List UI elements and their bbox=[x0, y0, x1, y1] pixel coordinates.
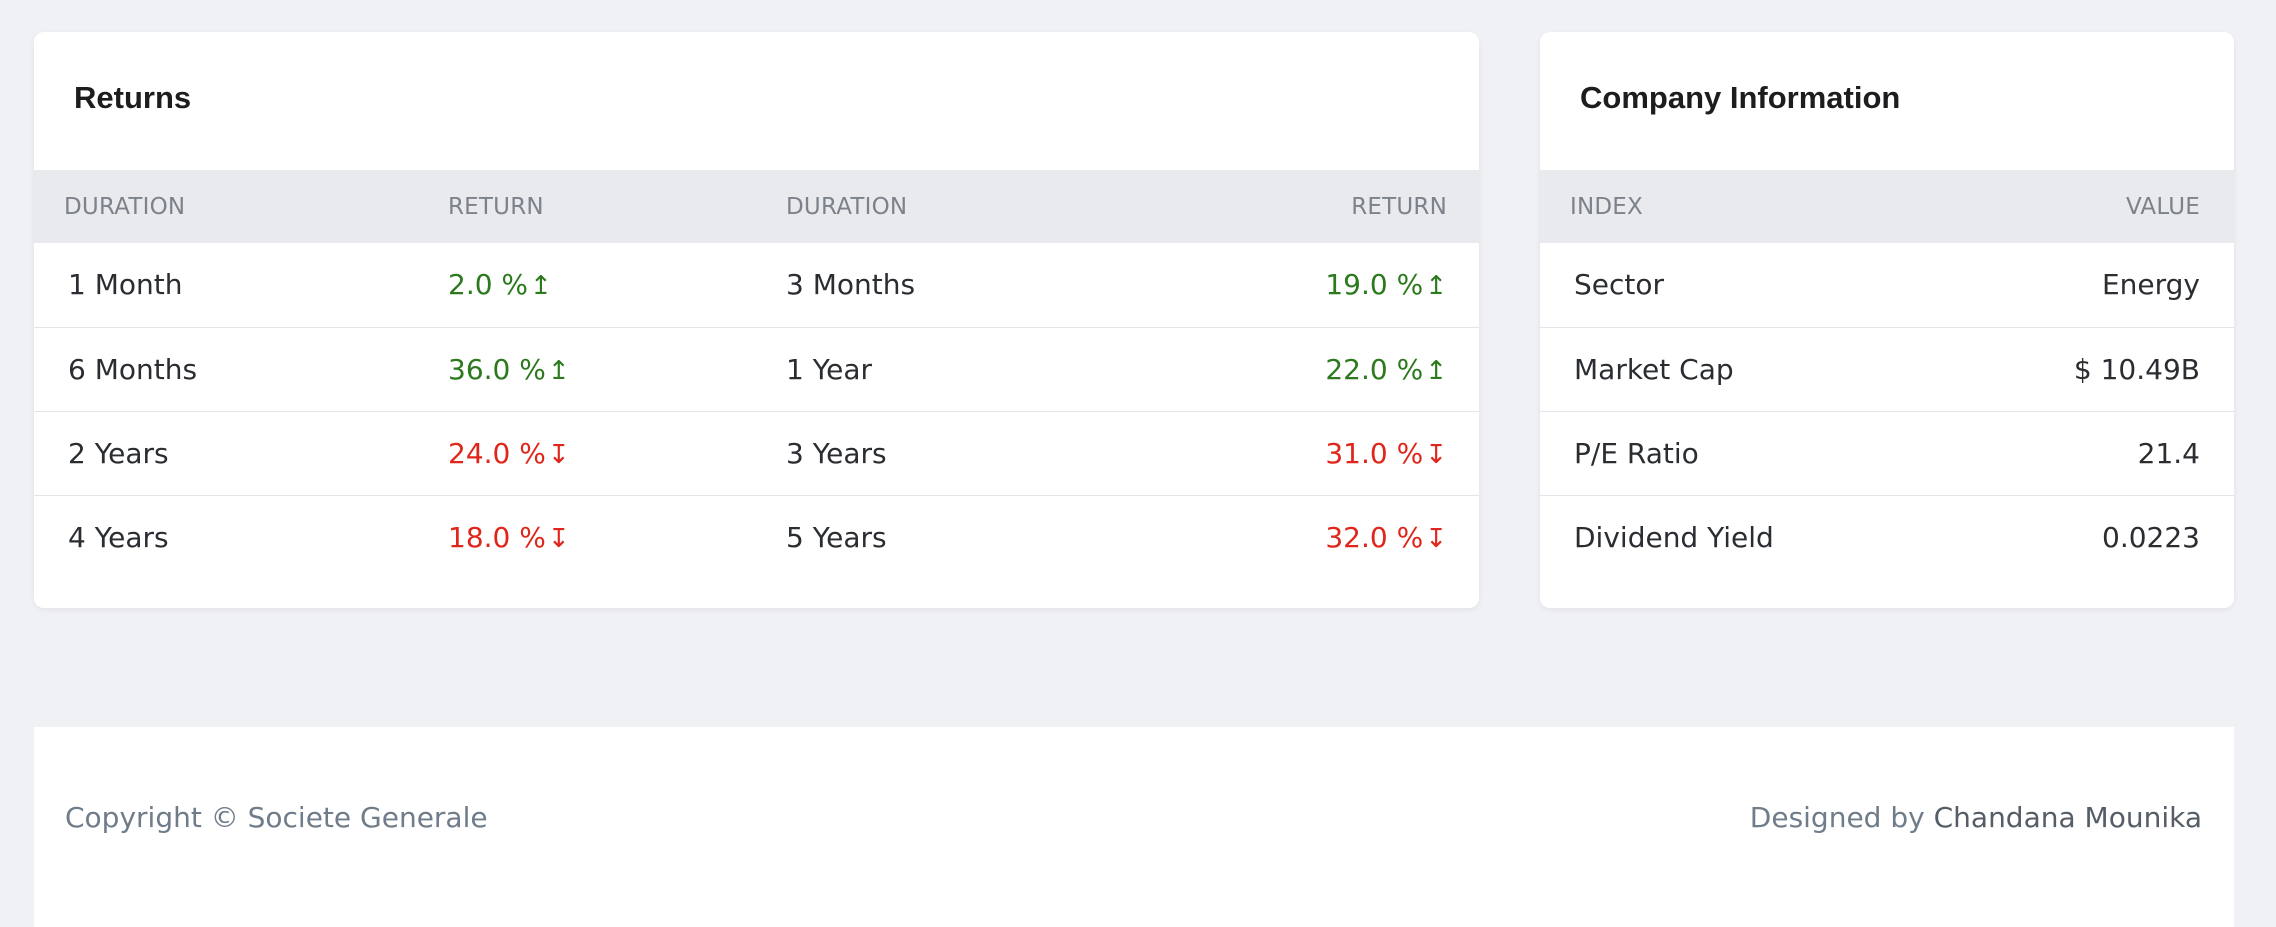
trend-up-arrow-icon: ↥ bbox=[547, 355, 570, 386]
value-cell-text: $ 10.49B bbox=[2073, 352, 2200, 386]
return-cell: 31.0 %↧ bbox=[1186, 411, 1479, 495]
value-cell: 21.4 bbox=[1887, 411, 2234, 495]
index-cell-text: Market Cap bbox=[1574, 352, 1734, 386]
duration-cell: 3 Years bbox=[786, 411, 1186, 495]
return-cell-text: 19.0 % bbox=[1325, 268, 1424, 302]
duration-cell: 4 Years bbox=[34, 495, 448, 579]
column-header-index: INDEX bbox=[1570, 193, 1643, 220]
duration-cell-text: 4 Years bbox=[68, 520, 169, 554]
company-info-row: Sector Energy bbox=[1540, 243, 2234, 327]
return-cell-text: 36.0 % bbox=[448, 352, 546, 386]
return-cell-text: 31.0 % bbox=[1325, 436, 1424, 470]
return-cell: 18.0 %↧ bbox=[448, 495, 786, 579]
duration-cell-text: 3 Years bbox=[786, 436, 887, 470]
company-info-row: Market Cap $ 10.49B bbox=[1540, 327, 2234, 411]
column-header-duration: DURATION bbox=[786, 193, 908, 220]
index-cell: Sector bbox=[1540, 243, 1887, 327]
designer-credit: Designed by Chandana Mounika bbox=[1750, 801, 2202, 834]
index-cell-text: P/E Ratio bbox=[1574, 436, 1699, 470]
return-cell-text: 22.0 % bbox=[1325, 352, 1424, 386]
duration-cell: 3 Months bbox=[786, 243, 1186, 327]
designed-by-label: Designed by bbox=[1749, 801, 1925, 834]
value-cell: Energy bbox=[1887, 243, 2234, 327]
return-cell-text: 2.0 % bbox=[448, 268, 529, 302]
company-header-row: INDEX VALUE bbox=[1540, 170, 2234, 243]
duration-cell: 2 Years bbox=[34, 411, 448, 495]
company-info-card: Company Information INDEX VALUE Sector En… bbox=[1540, 32, 2234, 608]
designer-name: Chandana Mounika bbox=[1933, 801, 2202, 834]
returns-card: Returns DURATION RETURN DURATION RETURN … bbox=[34, 32, 1479, 608]
index-cell: P/E Ratio bbox=[1540, 411, 1887, 495]
company-info-row: P/E Ratio 21.4 bbox=[1540, 411, 2234, 495]
company-info-table: INDEX VALUE Sector Energy Market Cap $ 10.4… bbox=[1540, 170, 2234, 579]
company-info-row: Dividend Yield 0.0223 bbox=[1540, 495, 2234, 579]
return-cell: 22.0 %↥ bbox=[1186, 327, 1479, 411]
column-header-duration: DURATION bbox=[64, 193, 186, 220]
column-header-value: VALUE bbox=[2125, 193, 2200, 220]
returns-header-row: DURATION RETURN DURATION RETURN bbox=[34, 170, 1479, 243]
value-cell-text: 0.0223 bbox=[2102, 520, 2200, 554]
returns-row: 6 Months 36.0 %↥ 1 Year 22.0 %↥ bbox=[34, 327, 1479, 411]
return-cell: 24.0 %↧ bbox=[448, 411, 786, 495]
duration-cell: 5 Years bbox=[786, 495, 1186, 579]
index-cell-text: Sector bbox=[1574, 268, 1665, 302]
trend-down-arrow-icon: ↧ bbox=[547, 439, 570, 470]
value-cell: $ 10.49B bbox=[1887, 327, 2234, 411]
value-cell-text: Energy bbox=[2101, 268, 2200, 302]
trend-up-arrow-icon: ↥ bbox=[530, 271, 552, 302]
footer: Copyright © Societe Generale Designed by… bbox=[34, 727, 2234, 927]
return-cell: 19.0 %↥ bbox=[1186, 243, 1479, 327]
returns-title: Returns bbox=[74, 80, 192, 115]
return-cell-text: 32.0 % bbox=[1325, 520, 1424, 554]
duration-cell: 1 Month bbox=[34, 243, 448, 327]
index-cell: Market Cap bbox=[1540, 327, 1887, 411]
duration-cell: 1 Year bbox=[786, 327, 1186, 411]
returns-table: DURATION RETURN DURATION RETURN 1 Month 2… bbox=[34, 170, 1479, 579]
trend-down-arrow-icon: ↧ bbox=[1425, 523, 1447, 554]
trend-down-arrow-icon: ↧ bbox=[547, 523, 570, 554]
duration-cell-text: 2 Years bbox=[68, 436, 169, 470]
duration-cell-text: 1 Month bbox=[68, 268, 183, 302]
return-cell: 32.0 %↧ bbox=[1186, 495, 1479, 579]
returns-row: 1 Month 2.0 %↥ 3 Months 19.0 %↥ bbox=[34, 243, 1479, 327]
column-header-return: RETURN bbox=[448, 193, 544, 220]
value-cell-text: 21.4 bbox=[2137, 436, 2200, 470]
value-cell: 0.0223 bbox=[1887, 495, 2234, 579]
duration-cell-text: 6 Months bbox=[68, 352, 198, 386]
index-cell: Dividend Yield bbox=[1540, 495, 1887, 579]
trend-up-arrow-icon: ↥ bbox=[1425, 355, 1447, 386]
copyright-text: Copyright © Societe Generale bbox=[65, 801, 488, 834]
company-info-title: Company Information bbox=[1580, 80, 1901, 115]
duration-cell-text: 1 Year bbox=[786, 352, 872, 386]
return-cell: 36.0 %↥ bbox=[448, 327, 786, 411]
duration-cell-text: 5 Years bbox=[786, 520, 887, 554]
duration-cell-text: 3 Months bbox=[786, 268, 916, 302]
return-cell-text: 24.0 % bbox=[448, 436, 546, 470]
returns-row: 2 Years 24.0 %↧ 3 Years 31.0 %↧ bbox=[34, 411, 1479, 495]
return-cell-text: 18.0 % bbox=[448, 520, 546, 554]
index-cell-text: Dividend Yield bbox=[1574, 520, 1774, 554]
returns-row: 4 Years 18.0 %↧ 5 Years 32.0 %↧ bbox=[34, 495, 1479, 579]
return-cell: 2.0 %↥ bbox=[448, 243, 786, 327]
duration-cell: 6 Months bbox=[34, 327, 448, 411]
trend-up-arrow-icon: ↥ bbox=[1425, 271, 1447, 302]
trend-down-arrow-icon: ↧ bbox=[1425, 439, 1447, 470]
column-header-return: RETURN bbox=[1351, 193, 1447, 220]
